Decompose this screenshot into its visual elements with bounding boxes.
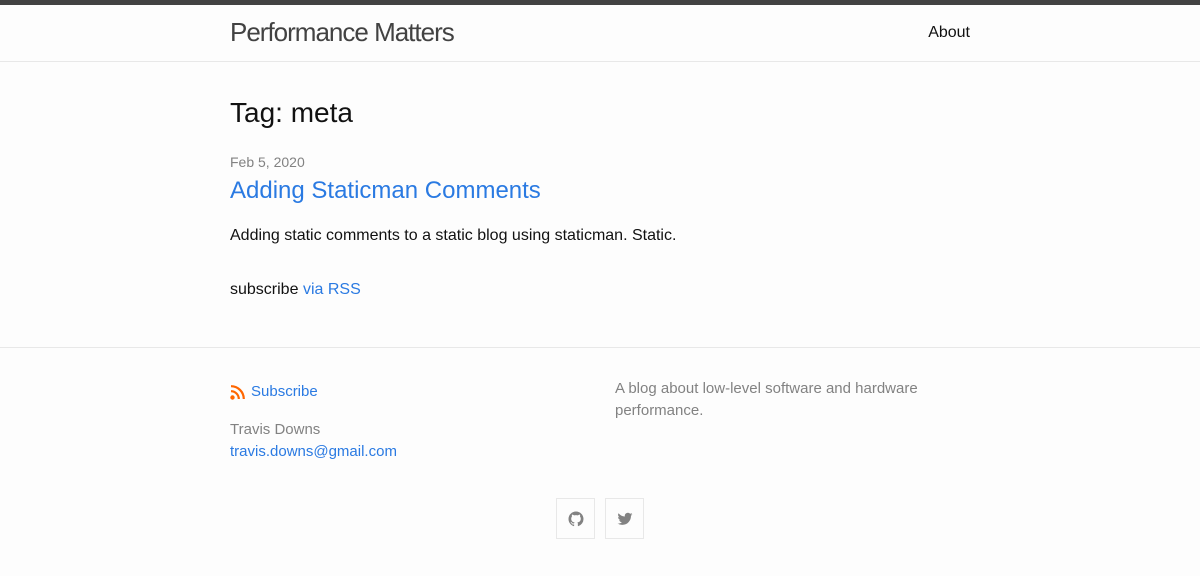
post-date: Feb 5, 2020 [230,154,305,170]
post-excerpt: Adding static comments to a static blog … [230,227,677,244]
social-links [0,498,1200,539]
page-title: Tag: meta [230,97,353,128]
twitter-icon [617,511,633,527]
site-title-link[interactable]: Performance Matters [230,17,455,47]
site-header: Performance Matters About [0,5,1200,62]
twitter-button[interactable] [605,498,644,539]
site-description: A blog about low-level software and hard… [615,380,918,419]
author-email-link[interactable]: travis.downs@gmail.com [230,441,590,463]
footer-subscribe-link[interactable]: Subscribe [251,382,318,402]
page-content: Tag: meta Feb 5, 2020 Adding Staticman C… [0,62,1200,348]
post-title-link[interactable]: Adding Staticman Comments [230,176,541,206]
rss-link[interactable]: via RSS [303,281,361,298]
rss-line: subscribe via RSS [230,280,361,300]
footer-left-column: Subscribe Travis Downs travis.downs@gmai… [230,382,590,463]
nav-about-link[interactable]: About [928,23,970,43]
rss-prefix-text: subscribe [230,281,299,298]
author-name: Travis Downs [230,421,321,438]
github-icon [568,511,584,527]
footer-subscribe: Subscribe [230,382,590,402]
rss-icon[interactable] [230,384,246,400]
footer-wrapper: Subscribe Travis Downs travis.downs@gmai… [230,348,970,576]
github-button[interactable] [556,498,595,539]
site-footer: Subscribe Travis Downs travis.downs@gmai… [0,348,1200,576]
